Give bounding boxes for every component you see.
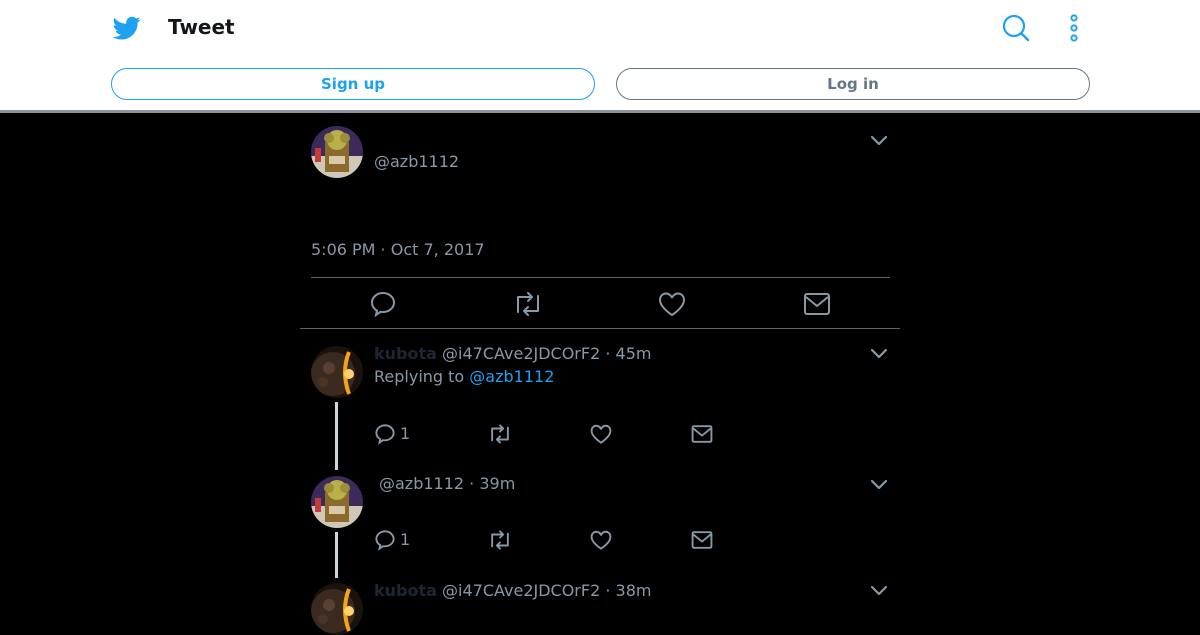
reply-header: kubota @i47CAve2JDCOrF2 · 45m	[374, 344, 651, 363]
replying-label: Replying to	[374, 367, 470, 386]
retweet-icon[interactable]	[487, 529, 513, 551]
reply-icon[interactable]	[374, 529, 396, 551]
more-vertical-icon[interactable]	[1062, 12, 1086, 44]
direct-message-icon[interactable]	[691, 529, 713, 551]
author-handle[interactable]: @i47CAve2JDCOrF2	[442, 581, 600, 600]
mention-link[interactable]: @azb1112	[469, 367, 554, 386]
reply-header: @azb1112 · 39m	[379, 474, 515, 493]
author-name[interactable]: kubota	[374, 344, 437, 363]
reply-time[interactable]: 38m	[616, 581, 652, 600]
chevron-down-icon[interactable]	[869, 478, 889, 492]
reply-icon[interactable]	[374, 423, 396, 445]
twitter-bird-icon[interactable]	[112, 14, 142, 42]
author-handle[interactable]: @azb1112	[379, 474, 464, 493]
direct-message-icon[interactable]	[691, 423, 713, 445]
separator: ·	[464, 474, 480, 493]
search-icon[interactable]	[1000, 12, 1032, 44]
separator: ·	[600, 581, 616, 600]
divider	[311, 277, 890, 278]
avatar[interactable]	[311, 476, 363, 528]
reply-time[interactable]: 45m	[616, 344, 652, 363]
reply-icon[interactable]	[369, 290, 397, 318]
reply-time[interactable]: 39m	[479, 474, 515, 493]
login-button[interactable]: Log in	[616, 68, 1090, 100]
reply-count: 1	[400, 530, 411, 549]
thread-line	[335, 402, 338, 470]
reply-header: kubota @i47CAve2JDCOrF2 · 38m	[374, 581, 651, 600]
chevron-down-icon[interactable]	[869, 584, 889, 598]
like-icon[interactable]	[589, 423, 613, 445]
like-icon[interactable]	[589, 529, 613, 551]
author-handle[interactable]: @azb1112	[374, 152, 459, 171]
reply-count: 1	[400, 424, 411, 443]
author-handle[interactable]: @i47CAve2JDCOrF2	[442, 344, 600, 363]
direct-message-icon[interactable]	[803, 290, 831, 318]
author-name[interactable]: kubota	[374, 581, 437, 600]
avatar[interactable]	[311, 126, 363, 178]
signup-button[interactable]: Sign up	[111, 68, 595, 100]
page-title: Tweet	[168, 15, 235, 39]
avatar[interactable]	[311, 583, 363, 635]
chevron-down-icon[interactable]	[869, 134, 889, 148]
tweet-timestamp[interactable]: 5:06 PM · Oct 7, 2017	[311, 240, 485, 259]
retweet-icon[interactable]	[512, 290, 544, 318]
replying-to: Replying to @azb1112	[374, 367, 554, 386]
thread-line	[335, 532, 338, 578]
top-bar: Tweet Sign up Log in	[0, 0, 1200, 113]
divider	[300, 328, 900, 329]
retweet-icon[interactable]	[487, 423, 513, 445]
chevron-down-icon[interactable]	[869, 347, 889, 361]
avatar[interactable]	[311, 346, 363, 398]
like-icon[interactable]	[657, 290, 687, 318]
separator: ·	[600, 344, 616, 363]
